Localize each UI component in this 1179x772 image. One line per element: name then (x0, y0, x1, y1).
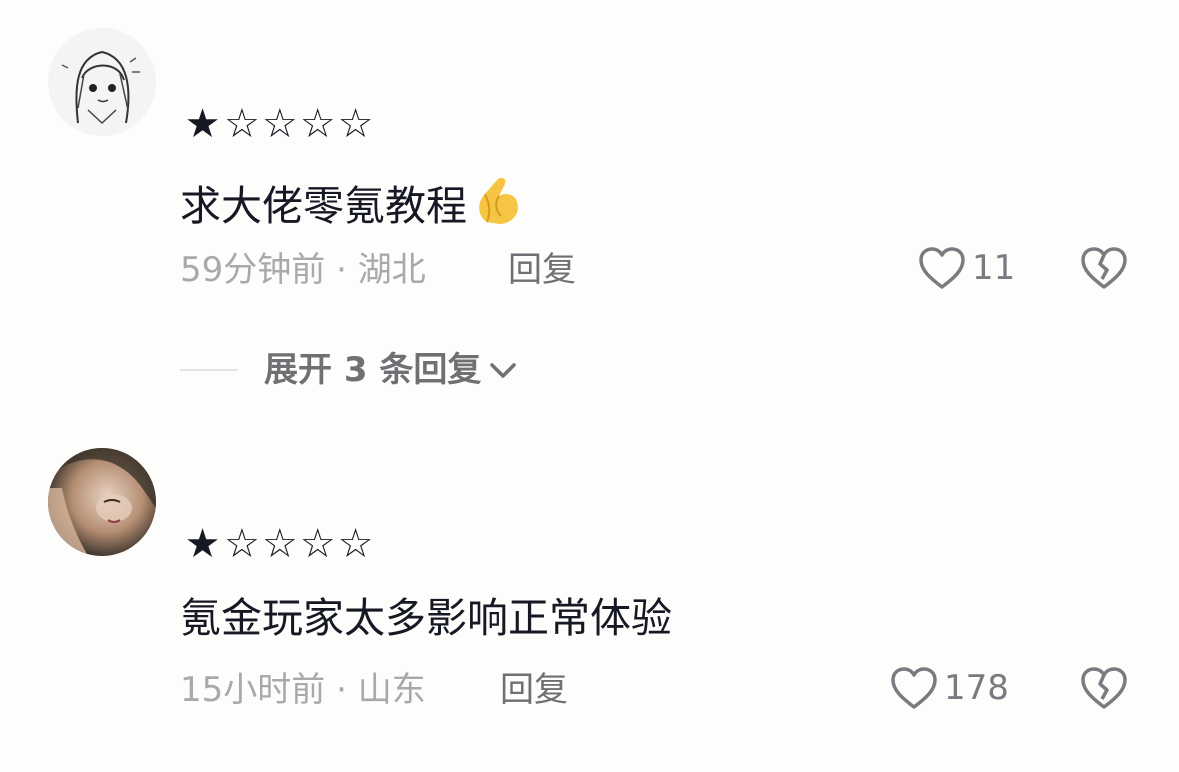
comment-body: 氪金玩家太多影响正常体验 (180, 594, 672, 642)
expand-divider-line (180, 369, 238, 371)
comment-location: 山东 (357, 670, 426, 710)
comment-time: 59分钟前 (180, 250, 326, 290)
heart-outline-icon (891, 667, 937, 709)
like-button[interactable]: 178 (890, 666, 1009, 710)
star-rating: ★ ☆☆☆☆ (180, 102, 375, 146)
heart-outline-icon (919, 247, 965, 289)
meta-separator: · (336, 250, 347, 290)
comment-location: 湖北 (357, 250, 426, 290)
comment-text: 求大佬零氪教程 (180, 172, 527, 240)
expand-replies-button[interactable]: 展开 3 条回复 (180, 350, 517, 390)
like-count: 178 (944, 668, 1009, 708)
like-button[interactable]: 11 (918, 246, 1015, 290)
comment-meta: 15小时前 · 山东 (180, 670, 426, 710)
reply-button[interactable]: 回复 (500, 670, 568, 710)
star-rating: ★ ☆☆☆☆ (180, 522, 375, 566)
expand-replies-label: 展开 3 条回复 (264, 350, 482, 390)
comment-list: ★☆☆☆☆ 求大佬零氪教程 59分钟前 · 湖北 回复 11 展开 3 条回复 (0, 0, 1179, 772)
broken-heart-icon (1081, 667, 1127, 709)
meta-separator: · (336, 670, 347, 710)
star-empty-icons: ☆☆☆☆ (224, 101, 376, 147)
chevron-down-icon (490, 363, 517, 378)
star-filled-icon: ★ (184, 101, 221, 147)
star-empty-icons: ☆☆☆☆ (224, 521, 376, 567)
avatar-photo[interactable] (48, 448, 156, 556)
dislike-button[interactable] (1080, 246, 1128, 294)
reply-button[interactable]: 回复 (508, 250, 576, 290)
dislike-button[interactable] (1080, 666, 1128, 714)
avatar-anime-girl[interactable] (48, 28, 156, 136)
like-count: 11 (972, 248, 1016, 288)
broken-heart-icon (1081, 247, 1127, 289)
comment-text: 氪金玩家太多影响正常体验 (180, 592, 672, 644)
comment-meta: 59分钟前 · 湖北 (180, 250, 426, 290)
comment-time: 15小时前 (180, 670, 326, 710)
star-filled-icon: ★ (184, 521, 221, 567)
pinched-hands-emoji-icon (471, 172, 527, 240)
comment-body: 求大佬零氪教程 (180, 182, 467, 230)
